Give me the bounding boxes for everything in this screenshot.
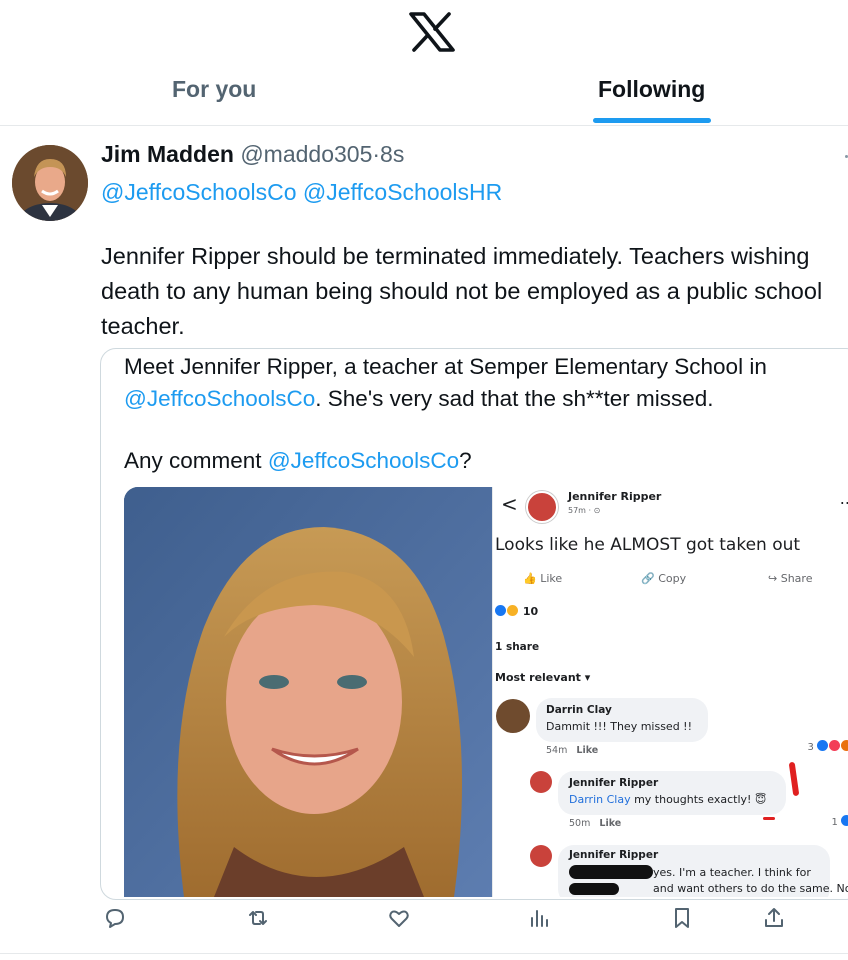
post-meta: 57m · ⊙	[568, 506, 601, 515]
fb-share-label: Share	[780, 572, 813, 585]
commenter-name: Jennifer Ripper	[569, 777, 659, 789]
wow-reaction-icon	[507, 605, 518, 616]
retweet-icon[interactable]	[246, 906, 270, 930]
facebook-screenshot: < Jennifer Ripper 57m · ⊙ ... Looks like…	[492, 487, 848, 897]
reply-mentions: @JeffcoSchoolsCo @JeffcoSchoolsHR	[101, 179, 502, 206]
quote-line: Any comment @JeffcoSchoolsCo?	[124, 445, 824, 477]
comment-text: Dammit !!! They missed !!	[546, 720, 692, 733]
commenter-avatar	[496, 699, 530, 733]
share-count: 1 share	[495, 641, 540, 653]
comment-sort: Most relevant ▾	[495, 671, 591, 684]
fb-copy-label: Copy	[658, 572, 687, 585]
commenter-avatar	[530, 845, 552, 867]
tab-following[interactable]: Following	[598, 76, 705, 103]
comment-reaction-count: 3	[807, 742, 814, 753]
x-logo-icon[interactable]	[409, 12, 455, 52]
mention-link[interactable]: @JeffcoSchoolsCo	[124, 386, 315, 411]
commenter-avatar	[530, 771, 552, 793]
tab-for-you[interactable]: For you	[172, 76, 256, 103]
commenter-name: Darrin Clay	[546, 704, 612, 716]
comment-like: Like	[599, 818, 622, 829]
redaction-bar	[569, 883, 619, 895]
quote-line: Meet Jennifer Ripper, a teacher at Sempe…	[124, 354, 767, 379]
comment-reaction-count: 1	[831, 817, 838, 828]
poster-avatar	[526, 491, 558, 523]
back-icon: <	[501, 492, 518, 516]
quoted-tweet-text: Meet Jennifer Ripper, a teacher at Sempe…	[124, 351, 824, 477]
quote-text-segment: ?	[459, 448, 472, 473]
author-handle[interactable]: @maddo305	[240, 141, 372, 167]
share-arrow-icon: ↪	[768, 572, 778, 585]
comment-reactions: 1	[831, 815, 848, 828]
annotation-mark	[763, 817, 775, 820]
reaction-summary: 10	[495, 605, 538, 618]
annotation-mark	[788, 761, 800, 797]
like-reaction-icon	[495, 605, 506, 616]
fb-share-action: ↪ Share	[768, 572, 812, 585]
mention-link[interactable]: @JeffcoSchoolsCo	[268, 448, 459, 473]
fb-like-label: Like	[540, 572, 563, 585]
quote-text-segment: . She's very sad that the sh**ter missed…	[315, 386, 714, 411]
like-reaction-icon	[817, 740, 828, 751]
comment-text: Darrin Clay my thoughts exactly! 😇	[569, 793, 766, 806]
comment-mention: Darrin Clay	[569, 793, 631, 806]
thumbs-up-icon: 👍	[523, 572, 537, 585]
views-icon[interactable]	[527, 906, 551, 930]
reaction-count: 10	[522, 605, 539, 618]
redaction-bar	[569, 865, 653, 879]
comment-reactions: 3	[807, 740, 848, 753]
like-reaction-icon	[841, 815, 848, 826]
tweet-action-bar	[0, 898, 848, 938]
comment-meta: 50m Like	[569, 818, 621, 829]
poster-name: Jennifer Ripper	[568, 490, 662, 503]
tweet-time[interactable]: 8s	[380, 141, 404, 167]
quoted-tweet[interactable]: Meet Jennifer Ripper, a teacher at Sempe…	[100, 348, 848, 900]
comment-time: 54m	[546, 745, 568, 756]
link-icon: 🔗	[641, 572, 655, 585]
author-name[interactable]: Jim Madden	[101, 141, 234, 167]
comment-like: Like	[576, 745, 599, 756]
active-tab-indicator	[593, 118, 711, 123]
commenter-name: Jennifer Ripper	[569, 849, 659, 861]
comment-meta: 54m Like	[546, 745, 598, 756]
author-avatar[interactable]	[12, 145, 88, 221]
quoted-media[interactable]: < Jennifer Ripper 57m · ⊙ ... Looks like…	[124, 487, 848, 899]
love-reaction-icon	[829, 740, 840, 751]
like-icon[interactable]	[387, 906, 411, 930]
quote-text-segment: Any comment	[124, 448, 268, 473]
more-icon: ...	[839, 489, 848, 508]
share-icon[interactable]	[762, 906, 786, 930]
angry-reaction-icon	[841, 740, 848, 751]
quote-line: @JeffcoSchoolsCo. She's very sad that th…	[124, 383, 824, 415]
portrait-photo[interactable]	[124, 487, 492, 897]
comment-time: 50m	[569, 818, 591, 829]
top-bar: For you Following	[0, 0, 848, 126]
bookmark-icon[interactable]	[670, 906, 694, 930]
separator: ·	[372, 141, 381, 167]
tweet-header: Jim Madden @maddo305·8s	[101, 141, 404, 168]
reply-icon[interactable]	[103, 906, 127, 930]
comment-text: yes. I'm a teacher. I think for	[653, 866, 811, 879]
comment-text: and want others to do the same. No	[653, 882, 848, 895]
comment-text-segment: my thoughts exactly! 😇	[630, 793, 767, 806]
post-text: Looks like he ALMOST got taken out	[495, 535, 801, 555]
tweet-text: Jennifer Ripper should be terminated imm…	[101, 243, 823, 339]
fb-like-action: 👍 Like	[523, 572, 562, 585]
mention-link[interactable]: @JeffcoSchoolsCo	[101, 179, 297, 205]
divider	[0, 953, 848, 954]
mention-link[interactable]: @JeffcoSchoolsHR	[303, 179, 502, 205]
fb-copy-action: 🔗 Copy	[641, 572, 686, 585]
